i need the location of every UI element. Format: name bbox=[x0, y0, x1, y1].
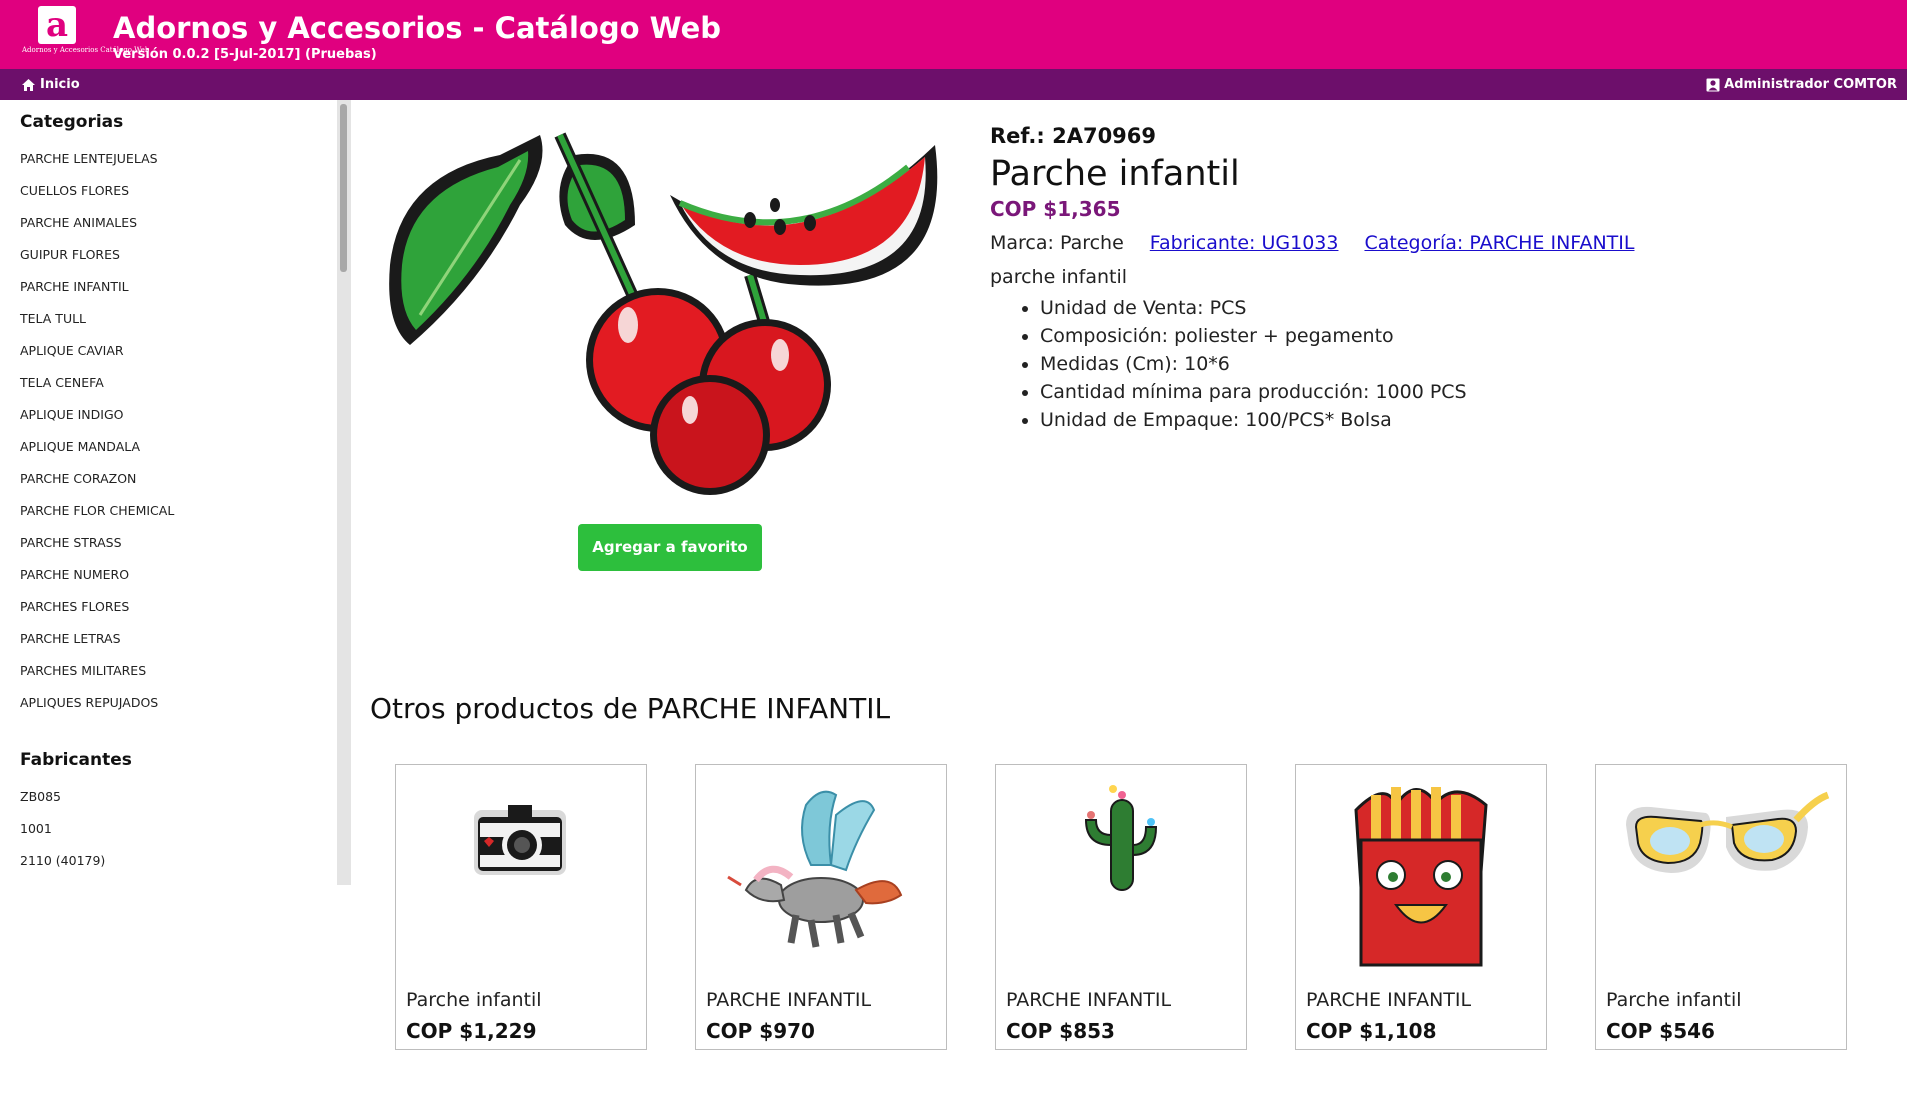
sidebar-item-category[interactable]: PARCHE LENTEJUELAS bbox=[20, 143, 174, 175]
sidebar-item-category[interactable]: APLIQUES REPUJADOS bbox=[20, 687, 174, 719]
card-price: COP $970 bbox=[706, 1019, 815, 1043]
spec-item: Medidas (Cm): 10*6 bbox=[1040, 350, 1890, 378]
sidebar-item-category[interactable]: APLIQUE MANDALA bbox=[20, 431, 174, 463]
sidebar-item-category[interactable]: PARCHE FLOR CHEMICAL bbox=[20, 495, 174, 527]
pegasus-patch-image bbox=[727, 790, 903, 948]
sidebar: Categorias PARCHE LENTEJUELAS CUELLOS FL… bbox=[0, 100, 350, 885]
nav-bar: Inicio Administrador COMTOR bbox=[0, 69, 1907, 100]
card-price: COP $546 bbox=[1606, 1019, 1715, 1043]
product-ref: Ref.: 2A70969 bbox=[990, 124, 1157, 148]
card-price: COP $1,229 bbox=[406, 1019, 537, 1043]
cherry-watermelon-patch-image bbox=[389, 132, 938, 495]
product-brand: Marca: Parche bbox=[990, 232, 1124, 254]
app-header: a Adornos y Accesorios Catálogo Web Ador… bbox=[0, 0, 1907, 69]
logo-caption: Adornos y Accesorios Catálogo Web bbox=[22, 46, 150, 54]
spec-item: Composición: poliester + pegamento bbox=[1040, 322, 1890, 350]
sidebar-item-category[interactable]: PARCHE LETRAS bbox=[20, 623, 174, 655]
fries-patch-image bbox=[1354, 787, 1488, 967]
sidebar-item-manufacturer[interactable]: 1001 bbox=[20, 813, 105, 845]
camera-patch-image bbox=[474, 805, 566, 875]
sidebar-item-category[interactable]: TELA TULL bbox=[20, 303, 174, 335]
card-name: Parche infantil bbox=[406, 989, 542, 1011]
sidebar-item-category[interactable]: PARCHES FLORES bbox=[20, 591, 174, 623]
cactus-patch-image bbox=[1084, 785, 1158, 891]
sidebar-item-manufacturer[interactable]: 2110 (40179) bbox=[20, 845, 105, 877]
card-name: Parche infantil bbox=[1606, 989, 1742, 1011]
home-icon bbox=[22, 79, 35, 91]
add-favorite-button[interactable]: Agregar a favorito bbox=[578, 524, 762, 571]
nav-home-link[interactable]: Inicio bbox=[21, 77, 80, 93]
sidebar-item-category[interactable]: PARCHE INFANTIL bbox=[20, 271, 174, 303]
card-name: PARCHE INFANTIL bbox=[706, 989, 872, 1011]
card-price: COP $853 bbox=[1006, 1019, 1115, 1043]
product-specs: Unidad de Venta: PCS Composición: polies… bbox=[1040, 294, 1890, 434]
product-info: Ref.: 2A70969 Parche infantil COP $1,365… bbox=[990, 122, 1890, 434]
card-price: COP $1,108 bbox=[1306, 1019, 1437, 1043]
product-card[interactable]: PARCHE INFANTIL COP $1,108 bbox=[1295, 764, 1547, 1050]
sidebar-item-category[interactable]: PARCHE CORAZON bbox=[20, 463, 174, 495]
product-card[interactable]: Parche infantil COP $546 bbox=[1595, 764, 1847, 1050]
app-version: Versión 0.0.2 [5-Jul-2017] (Pruebas) bbox=[113, 47, 377, 62]
sidebar-item-category[interactable]: PARCHE STRASS bbox=[20, 527, 174, 559]
manufacturers-heading: Fabricantes bbox=[20, 750, 132, 770]
manufacturer-link[interactable]: Fabricante: UG1033 bbox=[1150, 232, 1339, 254]
logo-letter: a bbox=[38, 6, 76, 44]
product-card[interactable]: Parche infantil COP $1,229 bbox=[395, 764, 647, 1050]
categories-heading: Categorias bbox=[20, 112, 124, 132]
nav-home-label: Inicio bbox=[40, 77, 80, 92]
sidebar-item-category[interactable]: TELA CENEFA bbox=[20, 367, 174, 399]
sidebar-item-category[interactable]: PARCHE ANIMALES bbox=[20, 207, 174, 239]
spec-item: Cantidad mínima para producción: 1000 PC… bbox=[1040, 378, 1890, 406]
nav-user-link[interactable]: Administrador COMTOR bbox=[1706, 77, 1897, 93]
product-description: parche infantil bbox=[990, 266, 1128, 288]
nav-user-label: Administrador COMTOR bbox=[1724, 77, 1897, 92]
product-meta: Marca: Parche Fabricante: UG1033 Categoría… bbox=[990, 230, 1890, 256]
brand-logo[interactable]: a Adornos y Accesorios Catálogo Web bbox=[22, 6, 150, 64]
user-icon bbox=[1706, 78, 1720, 92]
related-products-title: Otros productos de PARCHE INFANTIL bbox=[370, 692, 891, 725]
sidebar-item-category[interactable]: APLIQUE INDIGO bbox=[20, 399, 174, 431]
spec-item: Unidad de Venta: PCS bbox=[1040, 294, 1890, 322]
card-name: PARCHE INFANTIL bbox=[1306, 989, 1472, 1011]
sidebar-item-category[interactable]: CUELLOS FLORES bbox=[20, 175, 174, 207]
sidebar-item-category[interactable]: PARCHE NUMERO bbox=[20, 559, 174, 591]
glasses-patch-image bbox=[1626, 791, 1830, 873]
product-price: COP $1,365 bbox=[990, 197, 1121, 221]
card-name: PARCHE INFANTIL bbox=[1006, 989, 1172, 1011]
sidebar-scrollbar-thumb[interactable] bbox=[340, 104, 347, 272]
sidebar-item-category[interactable]: GUIPUR FLORES bbox=[20, 239, 174, 271]
product-card[interactable]: PARCHE INFANTIL COP $853 bbox=[995, 764, 1247, 1050]
sidebar-item-category[interactable]: PARCHES MILITARES bbox=[20, 655, 174, 687]
sidebar-item-manufacturer[interactable]: ZB085 bbox=[20, 781, 105, 813]
product-name: Parche infantil bbox=[990, 154, 1240, 194]
categories-list: PARCHE LENTEJUELAS CUELLOS FLORES PARCHE… bbox=[20, 143, 174, 719]
category-link[interactable]: Categoría: PARCHE INFANTIL bbox=[1364, 232, 1634, 254]
app-title: Adornos y Accesorios - Catálogo Web bbox=[113, 11, 721, 45]
product-card[interactable]: PARCHE INFANTIL COP $970 bbox=[695, 764, 947, 1050]
spec-item: Unidad de Empaque: 100/PCS* Bolsa bbox=[1040, 406, 1890, 434]
manufacturers-list: ZB085 1001 2110 (40179) bbox=[20, 781, 105, 877]
sidebar-item-category[interactable]: APLIQUE CAVIAR bbox=[20, 335, 174, 367]
